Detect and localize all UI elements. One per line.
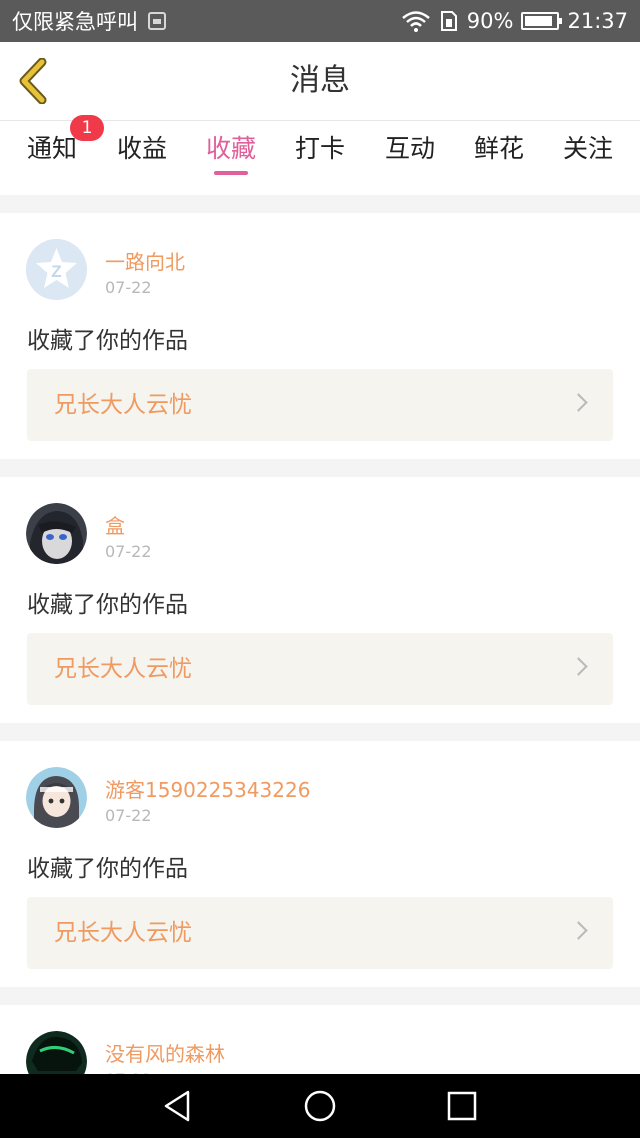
message-text: 收藏了你的作品 (27, 328, 188, 354)
tab-label: 鲜花 (473, 134, 524, 163)
username[interactable]: 游客1590225343226 (105, 774, 310, 803)
message-card: 盒 07-22 收藏了你的作品 兄长大人云忧 (0, 477, 640, 723)
page-title: 消息 (290, 63, 350, 98)
image-notification-icon (148, 12, 166, 30)
work-link[interactable]: 兄长大人云忧 (27, 369, 613, 441)
avatar[interactable] (26, 1031, 87, 1074)
nav-recent-icon[interactable] (444, 1088, 480, 1124)
message-date: 07-22 (105, 542, 152, 561)
svg-text:Z: Z (51, 262, 61, 281)
qq-default-avatar-icon: Z (26, 239, 87, 300)
battery-percent: 90% (466, 9, 514, 33)
chevron-right-icon (569, 921, 588, 940)
avatar[interactable]: Z (26, 239, 87, 300)
blue-anime-avatar-icon (26, 767, 87, 828)
tab-label: 打卡 (294, 134, 345, 163)
message-text: 收藏了你的作品 (27, 856, 188, 882)
green-anime-avatar-icon (26, 1031, 87, 1074)
tab-label: 互动 (384, 134, 435, 163)
tab-following[interactable]: 关注 (558, 121, 618, 195)
battery-icon (521, 12, 563, 30)
back-button[interactable] (16, 58, 56, 104)
chevron-right-icon (569, 657, 588, 676)
message-date: 07-22 (105, 806, 152, 825)
tab-earnings[interactable]: 收益 (112, 121, 172, 195)
work-title: 兄长大人云忧 (54, 392, 192, 418)
tab-label: 收益 (116, 134, 167, 163)
tab-bar: 通知 1 收益 收藏 打卡 互动 鲜花 关注 (0, 115, 640, 195)
work-title: 兄长大人云忧 (54, 656, 192, 682)
tab-label: 收藏 (205, 134, 256, 163)
sim-card-icon (440, 11, 457, 31)
tab-checkin[interactable]: 打卡 (290, 121, 350, 195)
active-tab-indicator (214, 171, 248, 175)
tab-label: 通知 (26, 134, 77, 163)
tab-interaction[interactable]: 互动 (380, 121, 440, 195)
tab-notifications[interactable]: 通知 1 (22, 115, 104, 195)
nav-home-icon[interactable] (302, 1088, 338, 1124)
status-icons: 90% 21:37 (401, 9, 628, 33)
username[interactable]: 没有风的森林 (105, 1038, 225, 1067)
message-card: 没有风的森林 07-22 (0, 1005, 640, 1074)
work-link[interactable]: 兄长大人云忧 (27, 897, 613, 969)
username[interactable]: 盒 (105, 510, 125, 539)
tab-flowers[interactable]: 鲜花 (469, 121, 529, 195)
status-bar: 仅限紧急呼叫 90% 21:37 (0, 0, 640, 42)
tab-favorites[interactable]: 收藏 (201, 121, 261, 195)
chevron-right-icon (569, 393, 588, 412)
tab-label: 关注 (562, 134, 613, 163)
wifi-icon (401, 11, 430, 32)
dark-anime-avatar-icon (26, 503, 87, 564)
system-navigation-bar (0, 1074, 640, 1138)
work-title: 兄长大人云忧 (54, 920, 192, 946)
username[interactable]: 一路向北 (105, 246, 185, 275)
avatar[interactable] (26, 503, 87, 564)
clock: 21:37 (567, 9, 628, 33)
message-card: Z 一路向北 07-22 收藏了你的作品 兄长大人云忧 (0, 213, 640, 459)
carrier-text: 仅限紧急呼叫 (12, 10, 138, 34)
avatar[interactable] (26, 767, 87, 828)
unread-badge: 1 (70, 115, 104, 141)
message-text: 收藏了你的作品 (27, 592, 188, 618)
message-date: 07-22 (105, 278, 152, 297)
app-header: 消息 (0, 42, 640, 121)
work-link[interactable]: 兄长大人云忧 (27, 633, 613, 705)
nav-back-icon[interactable] (160, 1088, 196, 1124)
message-card: 游客1590225343226 07-22 收藏了你的作品 兄长大人云忧 (0, 741, 640, 987)
